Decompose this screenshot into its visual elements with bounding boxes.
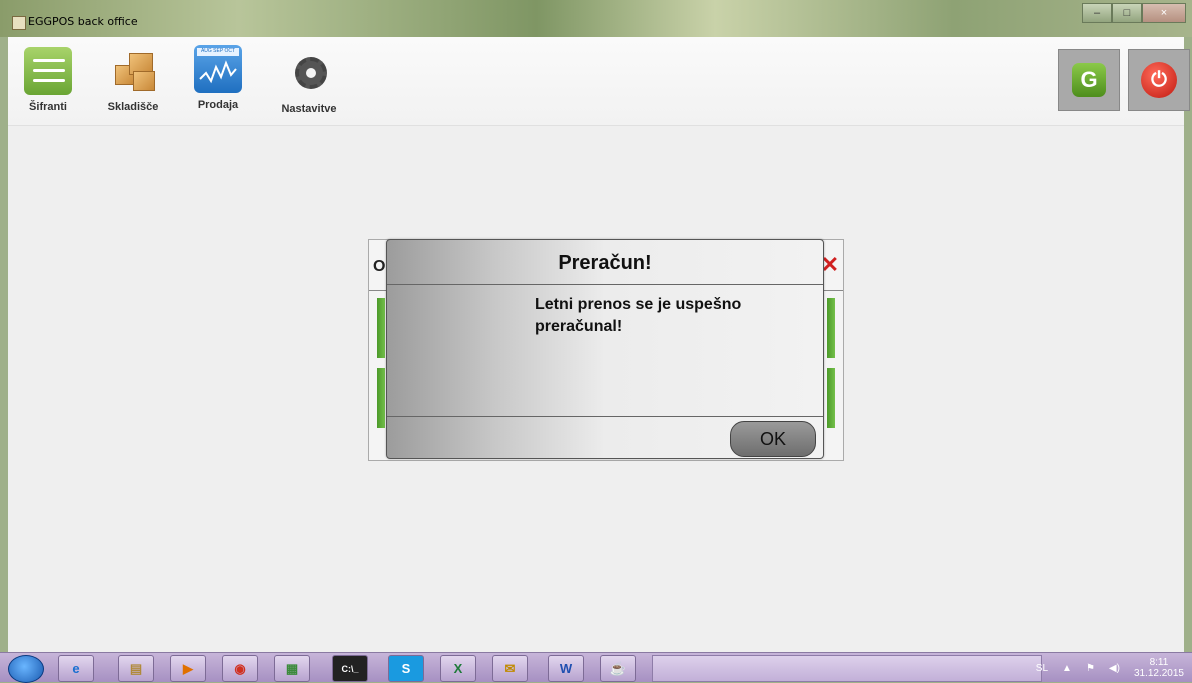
clock-time: 8:11 bbox=[1149, 657, 1169, 668]
clock[interactable]: 8:11 31.12.2015 bbox=[1134, 657, 1184, 679]
clock-date: 31.12.2015 bbox=[1133, 668, 1184, 679]
list-icon bbox=[24, 47, 72, 95]
taskbar-excel[interactable]: X bbox=[440, 655, 476, 682]
background-dialog-title: O bbox=[373, 258, 386, 275]
tray-expand-icon[interactable]: ▲ bbox=[1062, 663, 1072, 674]
toolbar-prodaja[interactable]: AUG SEP OCT Prodaja bbox=[188, 45, 248, 111]
taskbar-apps[interactable]: ▦ bbox=[274, 655, 310, 682]
taskbar-ie[interactable]: e bbox=[58, 655, 94, 682]
green-button-left-top[interactable] bbox=[377, 298, 385, 358]
taskbar-chrome[interactable]: ◉ bbox=[222, 655, 258, 682]
divider bbox=[387, 284, 823, 285]
app-icon bbox=[12, 16, 26, 30]
main-toolbar: Šifranti Skladišče AUG SEP OCT Prodaja N… bbox=[8, 37, 1190, 126]
taskbar-media[interactable]: ▶ bbox=[170, 655, 206, 682]
green-button-left-bottom[interactable] bbox=[377, 368, 385, 428]
divider bbox=[387, 416, 823, 417]
taskbar-word[interactable]: W bbox=[548, 655, 584, 682]
minimize-button[interactable]: – bbox=[1082, 3, 1112, 23]
toolbar-nastavitve[interactable]: Nastavitve bbox=[276, 49, 342, 115]
volume-icon[interactable]: ◀) bbox=[1109, 663, 1120, 674]
taskbar-skype[interactable]: S bbox=[388, 655, 424, 682]
message-dialog: Preračun! Letni prenos se je uspešno pre… bbox=[386, 239, 824, 459]
toolbar-skladisce[interactable]: Skladišče bbox=[100, 47, 166, 113]
logout-icon: G bbox=[1072, 63, 1106, 97]
taskbar-cmd[interactable]: C:\_ bbox=[332, 655, 368, 682]
boxes-icon bbox=[109, 47, 157, 95]
green-button-right-bottom[interactable] bbox=[827, 368, 835, 428]
window-controls: – □ × bbox=[1082, 3, 1186, 23]
title-bar: EGGPOS back office – □ × bbox=[0, 0, 1192, 37]
window-title: EGGPOS back office bbox=[28, 15, 138, 28]
system-tray: SL ▲ ⚑ ◀) 8:11 31.12.2015 bbox=[1036, 657, 1184, 679]
app-area: Šifranti Skladišče AUG SEP OCT Prodaja N… bbox=[8, 37, 1190, 652]
power-icon: ⏻ bbox=[1141, 62, 1177, 98]
language-indicator[interactable]: SL bbox=[1036, 663, 1048, 674]
taskbar-java[interactable]: ☕ bbox=[600, 655, 636, 682]
dialog-message: Letni prenos se je uspešno preračunal! bbox=[535, 296, 742, 335]
gear-icon bbox=[285, 49, 333, 97]
ok-button[interactable]: OK bbox=[730, 421, 816, 457]
network-icon[interactable]: ⚑ bbox=[1086, 663, 1095, 674]
power-button[interactable]: ⏻ bbox=[1128, 49, 1190, 111]
toolbar-label: Nastavitve bbox=[281, 103, 337, 115]
close-button[interactable]: × bbox=[1142, 3, 1186, 23]
chart-icon: AUG SEP OCT bbox=[194, 45, 242, 93]
taskbar-explorer[interactable]: ▤ bbox=[118, 655, 154, 682]
toolbar-label: Prodaja bbox=[197, 99, 239, 111]
start-button[interactable] bbox=[8, 655, 44, 683]
toolbar-label: Skladišče bbox=[107, 101, 159, 113]
toolbar-label: Šifranti bbox=[29, 101, 67, 113]
taskbar-active-window[interactable] bbox=[652, 655, 1042, 682]
maximize-button[interactable]: □ bbox=[1112, 3, 1142, 23]
dialog-title: Preračun! bbox=[558, 252, 652, 274]
taskbar-outlook[interactable]: ✉ bbox=[492, 655, 528, 682]
toolbar-sifranti[interactable]: Šifranti bbox=[18, 47, 78, 113]
logout-button[interactable]: G bbox=[1058, 49, 1120, 111]
taskbar: e ▤ ▶ ◉ ▦ C:\_ S X ✉ W ☕ SL ▲ ⚑ ◀) 8:11 … bbox=[0, 652, 1192, 683]
green-button-right-top[interactable] bbox=[827, 298, 835, 358]
